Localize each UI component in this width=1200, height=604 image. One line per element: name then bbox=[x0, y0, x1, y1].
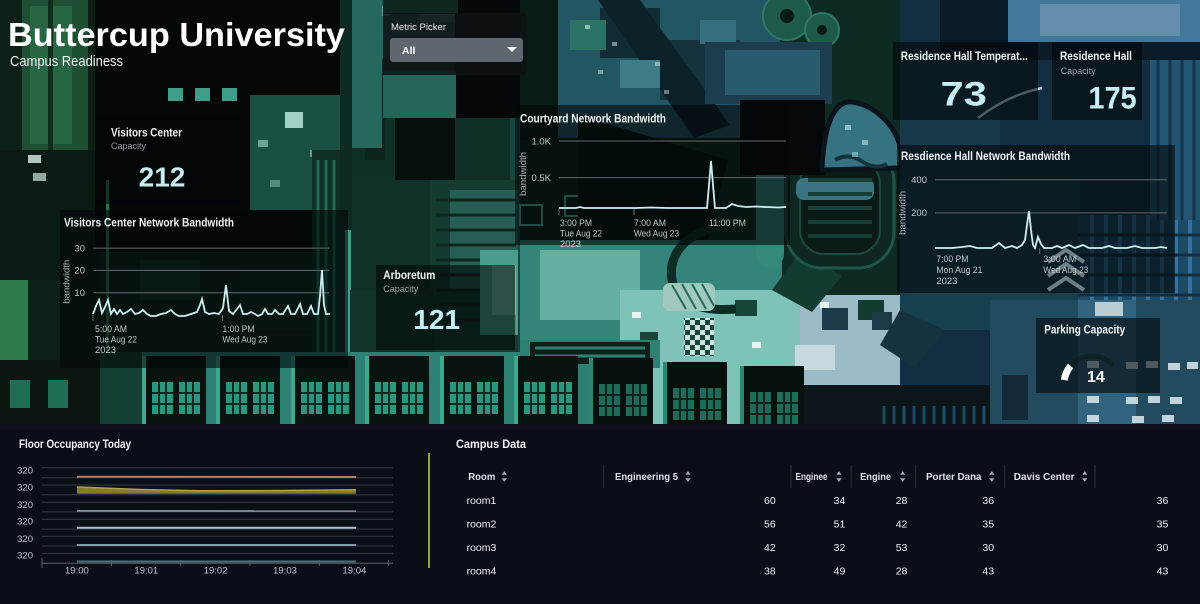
svg-text:212: 212 bbox=[139, 162, 186, 193]
svg-text:28: 28 bbox=[896, 495, 908, 507]
svg-text:bandwidth: bandwidth bbox=[62, 260, 73, 304]
svg-text:19:00: 19:00 bbox=[65, 565, 89, 576]
svg-text:room3: room3 bbox=[467, 542, 497, 554]
svg-text:30: 30 bbox=[982, 542, 994, 554]
svg-text:320: 320 bbox=[17, 550, 33, 561]
svg-text:Wed Aug 23: Wed Aug 23 bbox=[223, 335, 268, 346]
svg-text:0.5K: 0.5K bbox=[531, 173, 551, 184]
svg-text:7:00 AM: 7:00 AM bbox=[634, 218, 666, 229]
svg-text:56: 56 bbox=[764, 518, 776, 530]
svg-text:175: 175 bbox=[1088, 81, 1136, 115]
svg-text:30: 30 bbox=[1157, 542, 1169, 554]
svg-text:Resdience Hall Network Bandwid: Resdience Hall Network Bandwidth bbox=[901, 151, 1070, 163]
svg-text:320: 320 bbox=[17, 466, 33, 477]
svg-text:Campus Data: Campus Data bbox=[456, 439, 527, 451]
svg-text:3:00 PM: 3:00 PM bbox=[560, 218, 592, 229]
svg-text:19:03: 19:03 bbox=[273, 565, 297, 576]
svg-text:320: 320 bbox=[17, 500, 33, 511]
svg-text:Enginee: Enginee bbox=[796, 471, 828, 483]
svg-text:Residence Hall: Residence Hall bbox=[1060, 51, 1132, 63]
svg-text:19:01: 19:01 bbox=[134, 565, 158, 576]
svg-text:2023: 2023 bbox=[95, 345, 116, 356]
svg-text:1.0K: 1.0K bbox=[531, 136, 551, 147]
svg-text:28: 28 bbox=[896, 565, 908, 577]
svg-text:2023: 2023 bbox=[560, 239, 581, 250]
svg-text:73: 73 bbox=[941, 76, 987, 114]
svg-text:38: 38 bbox=[764, 565, 776, 577]
svg-text:Metric Picker: Metric Picker bbox=[391, 22, 446, 33]
svg-text:Mon Aug 21: Mon Aug 21 bbox=[936, 265, 982, 276]
svg-text:200: 200 bbox=[911, 208, 927, 219]
svg-text:Campus Readiness: Campus Readiness bbox=[10, 53, 123, 70]
svg-text:5:00 AM: 5:00 AM bbox=[95, 324, 127, 335]
svg-text:Porter Dana: Porter Dana bbox=[926, 471, 982, 483]
svg-text:49: 49 bbox=[834, 565, 846, 577]
svg-text:35: 35 bbox=[982, 518, 994, 530]
svg-text:43: 43 bbox=[1157, 565, 1169, 577]
svg-text:43: 43 bbox=[982, 565, 994, 577]
svg-text:53: 53 bbox=[896, 542, 908, 554]
svg-text:Room: Room bbox=[468, 471, 495, 483]
svg-text:51: 51 bbox=[834, 518, 846, 530]
svg-text:Buttercup University: Buttercup University bbox=[8, 16, 346, 53]
svg-text:20: 20 bbox=[74, 266, 85, 277]
svg-text:bandwidth: bandwidth bbox=[518, 152, 529, 196]
svg-text:room4: room4 bbox=[467, 565, 497, 577]
svg-text:bandwidth: bandwidth bbox=[897, 191, 908, 235]
svg-text:2023: 2023 bbox=[936, 276, 957, 287]
svg-text:7:00 PM: 7:00 PM bbox=[936, 254, 968, 265]
svg-text:36: 36 bbox=[982, 495, 994, 507]
svg-text:3:00 AM: 3:00 AM bbox=[1043, 254, 1076, 265]
svg-text:Engine: Engine bbox=[860, 471, 891, 483]
svg-text:10: 10 bbox=[74, 288, 85, 299]
svg-text:400: 400 bbox=[911, 175, 927, 186]
svg-text:30: 30 bbox=[74, 243, 85, 254]
svg-text:Visitors Center: Visitors Center bbox=[111, 128, 182, 140]
svg-text:42: 42 bbox=[764, 542, 776, 554]
svg-text:Residence Hall Temperat...: Residence Hall Temperat... bbox=[901, 51, 1028, 63]
svg-text:Tue Aug 22: Tue Aug 22 bbox=[560, 229, 602, 240]
svg-text:14: 14 bbox=[1087, 369, 1105, 386]
svg-text:Courtyard Network Bandwidth: Courtyard Network Bandwidth bbox=[520, 114, 666, 126]
svg-text:Capacity: Capacity bbox=[111, 141, 146, 152]
svg-text:320: 320 bbox=[17, 534, 33, 545]
svg-text:19:02: 19:02 bbox=[204, 565, 228, 576]
svg-text:Wed Aug 23: Wed Aug 23 bbox=[1043, 265, 1088, 276]
svg-text:Floor Occupancy Today: Floor Occupancy Today bbox=[19, 439, 132, 451]
svg-text:Visitors Center Network Bandwi: Visitors Center Network Bandwidth bbox=[64, 218, 234, 230]
svg-text:Davis Center: Davis Center bbox=[1014, 471, 1075, 483]
svg-text:Wed Aug 23: Wed Aug 23 bbox=[634, 229, 679, 240]
svg-text:Tue Aug 22: Tue Aug 22 bbox=[95, 335, 137, 346]
svg-text:All: All bbox=[402, 45, 416, 57]
svg-text:36: 36 bbox=[1157, 495, 1169, 507]
svg-text:Capacity: Capacity bbox=[383, 284, 418, 295]
svg-text:Arboretum: Arboretum bbox=[383, 270, 435, 282]
svg-text:11:00 PM: 11:00 PM bbox=[709, 218, 746, 229]
svg-text:Capacity: Capacity bbox=[1061, 66, 1096, 77]
svg-text:34: 34 bbox=[834, 495, 846, 507]
svg-text:room2: room2 bbox=[467, 518, 497, 530]
svg-text:1:00 PM: 1:00 PM bbox=[223, 324, 255, 335]
svg-text:60: 60 bbox=[764, 495, 776, 507]
svg-text:320: 320 bbox=[17, 483, 33, 494]
svg-text:Parking Capacity: Parking Capacity bbox=[1044, 325, 1126, 337]
svg-text:320: 320 bbox=[17, 517, 33, 528]
svg-text:Engineering 5: Engineering 5 bbox=[615, 471, 678, 483]
svg-text:room1: room1 bbox=[467, 495, 497, 507]
svg-text:19:04: 19:04 bbox=[343, 565, 367, 576]
svg-text:32: 32 bbox=[834, 542, 846, 554]
svg-text:121: 121 bbox=[413, 304, 460, 335]
svg-text:42: 42 bbox=[896, 518, 908, 530]
svg-text:35: 35 bbox=[1157, 518, 1169, 530]
